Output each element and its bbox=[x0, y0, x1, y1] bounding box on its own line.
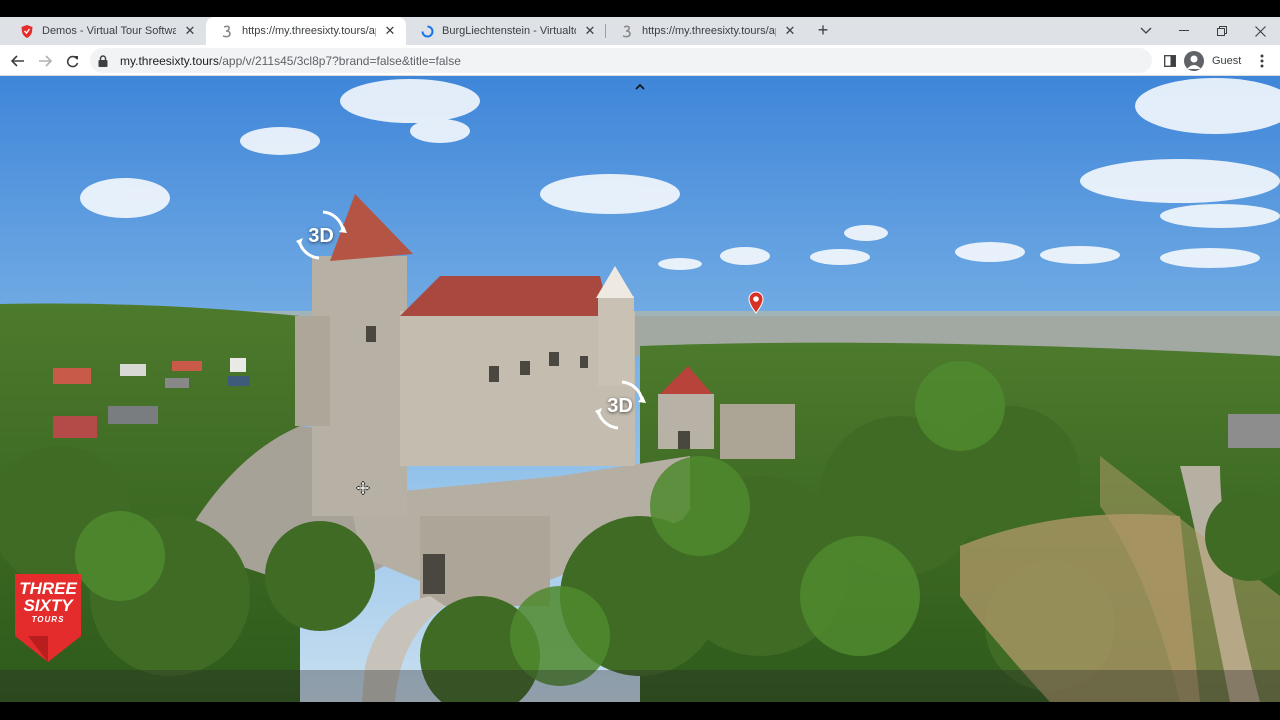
close-window-icon[interactable] bbox=[1241, 17, 1279, 45]
tab-title: https://my.threesixty.tours/app/v bbox=[242, 25, 376, 37]
shield-icon bbox=[20, 24, 34, 38]
kebab-menu-icon[interactable] bbox=[1250, 49, 1274, 73]
tab-burgliechtenstein[interactable]: BurgLiechtenstein - Virtualtour - ✕ bbox=[406, 17, 606, 45]
minimize-icon[interactable] bbox=[1165, 17, 1203, 45]
new-tab-button[interactable]: + bbox=[812, 19, 834, 41]
close-icon[interactable]: ✕ bbox=[582, 23, 598, 39]
viewer-bottom-bar bbox=[0, 670, 1280, 702]
profile-button[interactable]: Guest bbox=[1184, 49, 1241, 73]
tab-title: BurgLiechtenstein - Virtualtour - bbox=[442, 25, 576, 37]
forward-arrow-icon[interactable] bbox=[33, 49, 57, 73]
avatar bbox=[1184, 51, 1204, 71]
logo-line-3: TOURS bbox=[31, 615, 65, 624]
hotspot-label: 3D bbox=[308, 225, 334, 247]
lock-icon[interactable] bbox=[98, 54, 112, 68]
3d-hotspot-keep[interactable]: 3D bbox=[293, 208, 349, 264]
side-panel-icon[interactable] bbox=[1158, 49, 1182, 73]
tab-title: Demos - Virtual Tour Software - bbox=[42, 25, 176, 37]
restore-icon[interactable] bbox=[1203, 17, 1241, 45]
back-arrow-icon[interactable] bbox=[6, 49, 30, 73]
threesixty-icon bbox=[220, 24, 234, 38]
move-cursor-icon bbox=[356, 481, 370, 495]
threesixty-tours-logo[interactable]: THREE SIXTY TOURS bbox=[13, 574, 83, 666]
close-icon[interactable]: ✕ bbox=[382, 23, 398, 39]
letterbox-bottom bbox=[0, 702, 1280, 720]
letterbox-top bbox=[0, 0, 1280, 17]
browser-toolbar: my.threesixty.tours/app/v/211s45/3cl8p7?… bbox=[0, 45, 1280, 76]
address-bar[interactable]: my.threesixty.tours/app/v/211s45/3cl8p7?… bbox=[90, 48, 1152, 73]
url-path: /app/v/211s45/3cl8p7?brand=false&title=f… bbox=[218, 53, 461, 68]
tab-title: https://my.threesixty.tours/app/v bbox=[642, 25, 776, 37]
threesixty-icon bbox=[620, 24, 634, 38]
3d-hotspot-gate[interactable]: 3D bbox=[592, 378, 648, 434]
loading-spinner-icon bbox=[420, 24, 434, 38]
tab-search-chevron-icon[interactable] bbox=[1127, 17, 1165, 45]
logo-line-1: THREE bbox=[19, 579, 77, 598]
tab-threesixty-active[interactable]: https://my.threesixty.tours/app/v ✕ bbox=[206, 17, 406, 45]
tab-threesixty-2[interactable]: https://my.threesixty.tours/app/v ✕ bbox=[606, 17, 806, 45]
reload-icon[interactable] bbox=[60, 49, 84, 73]
tab-strip: Demos - Virtual Tour Software - ✕ https:… bbox=[0, 17, 1280, 45]
panorama-viewer[interactable]: 3D 3D THREE SIXTY TOURS bbox=[0, 76, 1280, 702]
close-icon[interactable]: ✕ bbox=[782, 23, 798, 39]
hotspot-label: 3D bbox=[607, 395, 633, 417]
tab-demos[interactable]: Demos - Virtual Tour Software - ✕ bbox=[6, 17, 206, 45]
collapse-chevron-up-icon[interactable] bbox=[630, 78, 650, 94]
url-host: my.threesixty.tours bbox=[120, 53, 219, 68]
location-pin-icon[interactable] bbox=[747, 290, 765, 314]
profile-label: Guest bbox=[1212, 55, 1242, 67]
logo-line-2: SIXTY bbox=[23, 596, 73, 615]
close-icon[interactable]: ✕ bbox=[182, 23, 198, 39]
